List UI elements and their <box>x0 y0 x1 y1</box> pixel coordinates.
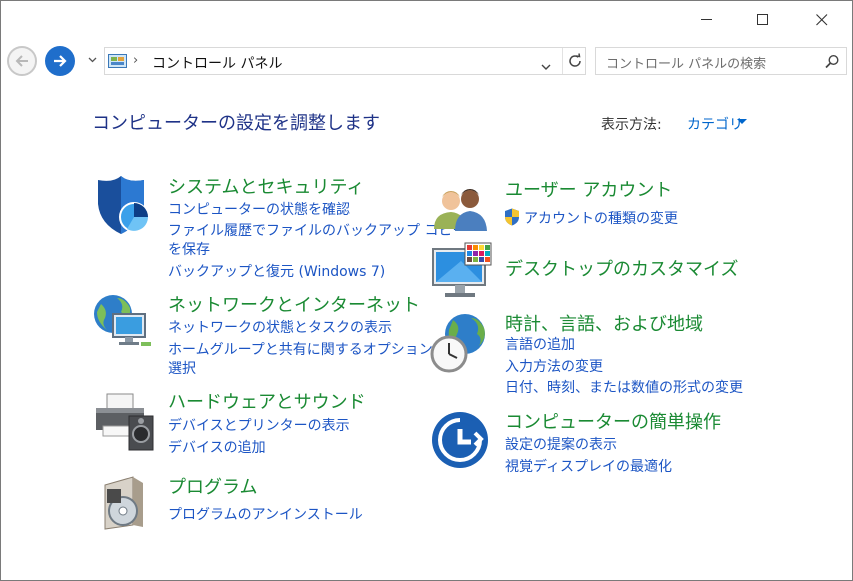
link-change-input-method[interactable]: 入力方法の変更 <box>505 356 603 376</box>
chevron-down-icon <box>541 64 551 70</box>
globe-clock-icon[interactable] <box>429 312 491 374</box>
shield-icon[interactable] <box>93 174 155 236</box>
link-add-device[interactable]: デバイスの追加 <box>168 437 266 457</box>
program-box-icon[interactable] <box>97 471 159 533</box>
minimize-icon <box>701 19 712 20</box>
view-by-dropdown[interactable]: カテゴリ <box>687 114 743 134</box>
view-by-label: 表示方法: <box>601 117 662 133</box>
category-user-accounts[interactable]: ユーザー アカウント <box>505 176 672 202</box>
ease-of-access-icon[interactable] <box>429 409 491 471</box>
link-file-history-backup[interactable]: ファイル履歴でファイルのバックアップ コピー <box>168 220 466 240</box>
category-clock-region[interactable]: 時計、言語、および地域 <box>505 310 703 336</box>
close-button[interactable] <box>799 1 845 39</box>
refresh-button[interactable] <box>567 53 583 73</box>
category-programs[interactable]: プログラム <box>168 473 257 499</box>
arrow-right-icon <box>54 55 67 67</box>
link-add-language[interactable]: 言語の追加 <box>505 334 575 354</box>
link-suggested-settings[interactable]: 設定の提案の表示 <box>505 434 617 454</box>
close-icon <box>816 14 828 26</box>
address-dropdown-button[interactable] <box>541 56 551 75</box>
forward-button[interactable] <box>45 46 75 76</box>
category-appearance[interactable]: デスクトップのカスタマイズ <box>505 255 738 281</box>
search-icon[interactable] <box>824 54 840 70</box>
category-ease-of-access[interactable]: コンピューターの簡単操作 <box>505 408 721 434</box>
category-network-internet[interactable]: ネットワークとインターネット <box>168 291 420 317</box>
network-icon[interactable] <box>93 292 155 354</box>
recent-locations-button[interactable] <box>85 53 99 67</box>
search-box[interactable]: コントロール パネルの検索 <box>595 47 847 75</box>
address-bar[interactable]: › コントロール パネル <box>104 47 586 75</box>
category-hardware-sound[interactable]: ハードウェアとサウンド <box>168 388 366 414</box>
printer-speaker-icon[interactable] <box>93 390 155 452</box>
minimize-button[interactable] <box>684 1 730 39</box>
link-change-date-format[interactable]: 日付、時刻、または数値の形式の変更 <box>505 377 743 397</box>
breadcrumb-control-panel[interactable]: コントロール パネル <box>152 53 282 73</box>
link-devices-printers[interactable]: デバイスとプリンターの表示 <box>168 415 350 435</box>
link-file-history-backup-cont[interactable]: を保存 <box>168 239 210 259</box>
link-optimize-visual-display[interactable]: 視覚ディスプレイの最適化 <box>505 456 672 476</box>
page-title: コンピューターの設定を調整します <box>92 113 380 134</box>
search-placeholder: コントロール パネルの検索 <box>606 57 767 72</box>
users-icon[interactable] <box>431 181 493 243</box>
maximize-button[interactable] <box>740 1 786 39</box>
category-system-security[interactable]: システムとセキュリティ <box>168 173 364 199</box>
link-homegroup-options[interactable]: ホームグループと共有に関するオプションの <box>168 339 447 359</box>
link-homegroup-options-cont[interactable]: 選択 <box>168 358 196 378</box>
link-backup-restore[interactable]: バックアップと復元 (Windows 7) <box>168 261 385 281</box>
address-divider <box>562 48 563 74</box>
link-check-computer-status[interactable]: コンピューターの状態を確認 <box>168 199 350 219</box>
chevron-down-icon <box>88 57 96 63</box>
link-network-status[interactable]: ネットワークの状態とタスクの表示 <box>168 317 392 337</box>
maximize-icon <box>757 14 768 25</box>
link-uninstall-program[interactable]: プログラムのアンインストール <box>168 504 363 524</box>
link-change-account-type[interactable]: アカウントの種類の変更 <box>524 208 678 228</box>
arrow-left-icon <box>15 55 28 67</box>
uac-shield-icon <box>505 208 519 226</box>
control-panel-window: › コントロール パネル コントロール パネルの検索 コンピューターの設定を調整… <box>0 0 853 581</box>
back-button[interactable] <box>7 46 37 76</box>
refresh-icon <box>569 53 581 67</box>
breadcrumb-separator: › <box>133 53 139 68</box>
caret-down-icon[interactable] <box>737 119 747 125</box>
control-panel-icon <box>108 54 127 68</box>
monitor-palette-icon[interactable] <box>431 241 493 303</box>
